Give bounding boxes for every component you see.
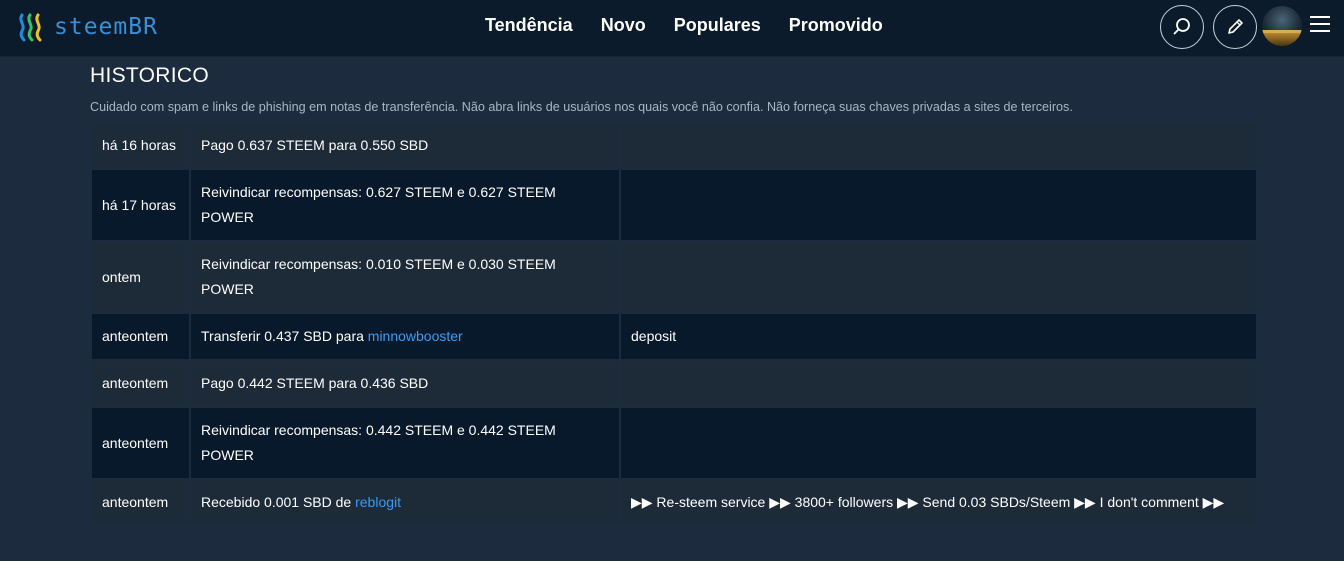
table-row: ontem Reivindicar recompensas: 0.010 STE… (90, 240, 1258, 314)
avatar-ground (1262, 33, 1302, 46)
history-table: há 16 horas Pago 0.637 STEEM para 0.550 … (90, 121, 1258, 527)
row-time: ontem (90, 240, 191, 314)
user-link-reblogit[interactable]: reblogit (355, 494, 401, 510)
row-operation: Recebido 0.001 SBD de reblogit (189, 478, 621, 527)
operation-text: Recebido 0.001 SBD de (201, 494, 356, 510)
site-logo[interactable]: steemBR (17, 11, 158, 43)
row-operation: Pago 0.442 STEEM para 0.436 SBD (189, 359, 621, 408)
main-nav: Tendência Novo Populares Promovido (485, 14, 883, 36)
operation-text: Pago 0.442 STEEM para 0.436 SBD (201, 375, 429, 391)
menu-line (1310, 23, 1330, 25)
row-memo: ▶▶ Re-steem service ▶▶ 3800+ followers ▶… (619, 478, 1258, 527)
row-memo (619, 121, 1258, 170)
operation-text: Reivindicar recompensas: 0.442 STEEM e 0… (201, 422, 556, 463)
nav-item-trending[interactable]: Tendência (485, 14, 573, 36)
top-header: steemBR Tendência Novo Populares Promovi… (0, 0, 1344, 57)
nav-item-new[interactable]: Novo (601, 14, 646, 36)
user-link-minnowbooster[interactable]: minnowbooster (368, 328, 463, 344)
search-button[interactable] (1160, 5, 1204, 49)
menu-line (1310, 30, 1330, 32)
nav-item-promoted[interactable]: Promovido (789, 14, 883, 36)
row-operation: Reivindicar recompensas: 0.010 STEEM e 0… (189, 240, 621, 314)
row-operation: Reivindicar recompensas: 0.442 STEEM e 0… (189, 406, 621, 480)
menu-line (1310, 16, 1330, 18)
operation-text: Pago 0.637 STEEM para 0.550 SBD (201, 137, 429, 153)
table-row: anteontem Pago 0.442 STEEM para 0.436 SB… (90, 359, 1258, 408)
row-time: anteontem (90, 406, 191, 480)
table-row: anteontem Reivindicar recompensas: 0.442… (90, 406, 1258, 480)
nav-item-popular[interactable]: Populares (674, 14, 761, 36)
steem-logo-icon (19, 13, 42, 42)
operation-text: Transferir 0.437 SBD para (201, 328, 368, 344)
operation-text: Reivindicar recompensas: 0.010 STEEM e 0… (201, 256, 556, 297)
row-memo (619, 359, 1258, 408)
user-avatar[interactable] (1262, 6, 1302, 46)
row-operation: Pago 0.637 STEEM para 0.550 SBD (189, 121, 621, 170)
hamburger-menu-icon[interactable] (1310, 16, 1330, 34)
row-time: anteontem (90, 359, 191, 408)
row-time: há 17 horas (90, 168, 191, 242)
row-memo (619, 240, 1258, 314)
row-memo: deposit (619, 312, 1258, 361)
row-operation: Reivindicar recompensas: 0.627 STEEM e 0… (189, 168, 621, 242)
row-memo (619, 406, 1258, 480)
row-memo (619, 168, 1258, 242)
row-time: há 16 horas (90, 121, 191, 170)
operation-text: Reivindicar recompensas: 0.627 STEEM e 0… (201, 184, 556, 225)
phishing-warning: Cuidado com spam e links de phishing em … (90, 100, 1073, 114)
row-operation: Transferir 0.437 SBD para minnowbooster (189, 312, 621, 361)
table-row: há 16 horas Pago 0.637 STEEM para 0.550 … (90, 121, 1258, 170)
table-row: há 17 horas Reivindicar recompensas: 0.6… (90, 168, 1258, 242)
page-title: HISTORICO (90, 64, 209, 87)
logo-text: steemBR (54, 14, 158, 40)
new-post-button[interactable] (1213, 5, 1257, 49)
pencil-icon (1228, 19, 1243, 34)
table-row: anteontem Recebido 0.001 SBD de reblogit… (90, 478, 1258, 527)
search-icon (1173, 18, 1190, 35)
row-time: anteontem (90, 312, 191, 361)
table-row: anteontem Transferir 0.437 SBD para minn… (90, 312, 1258, 361)
row-time: anteontem (90, 478, 191, 527)
